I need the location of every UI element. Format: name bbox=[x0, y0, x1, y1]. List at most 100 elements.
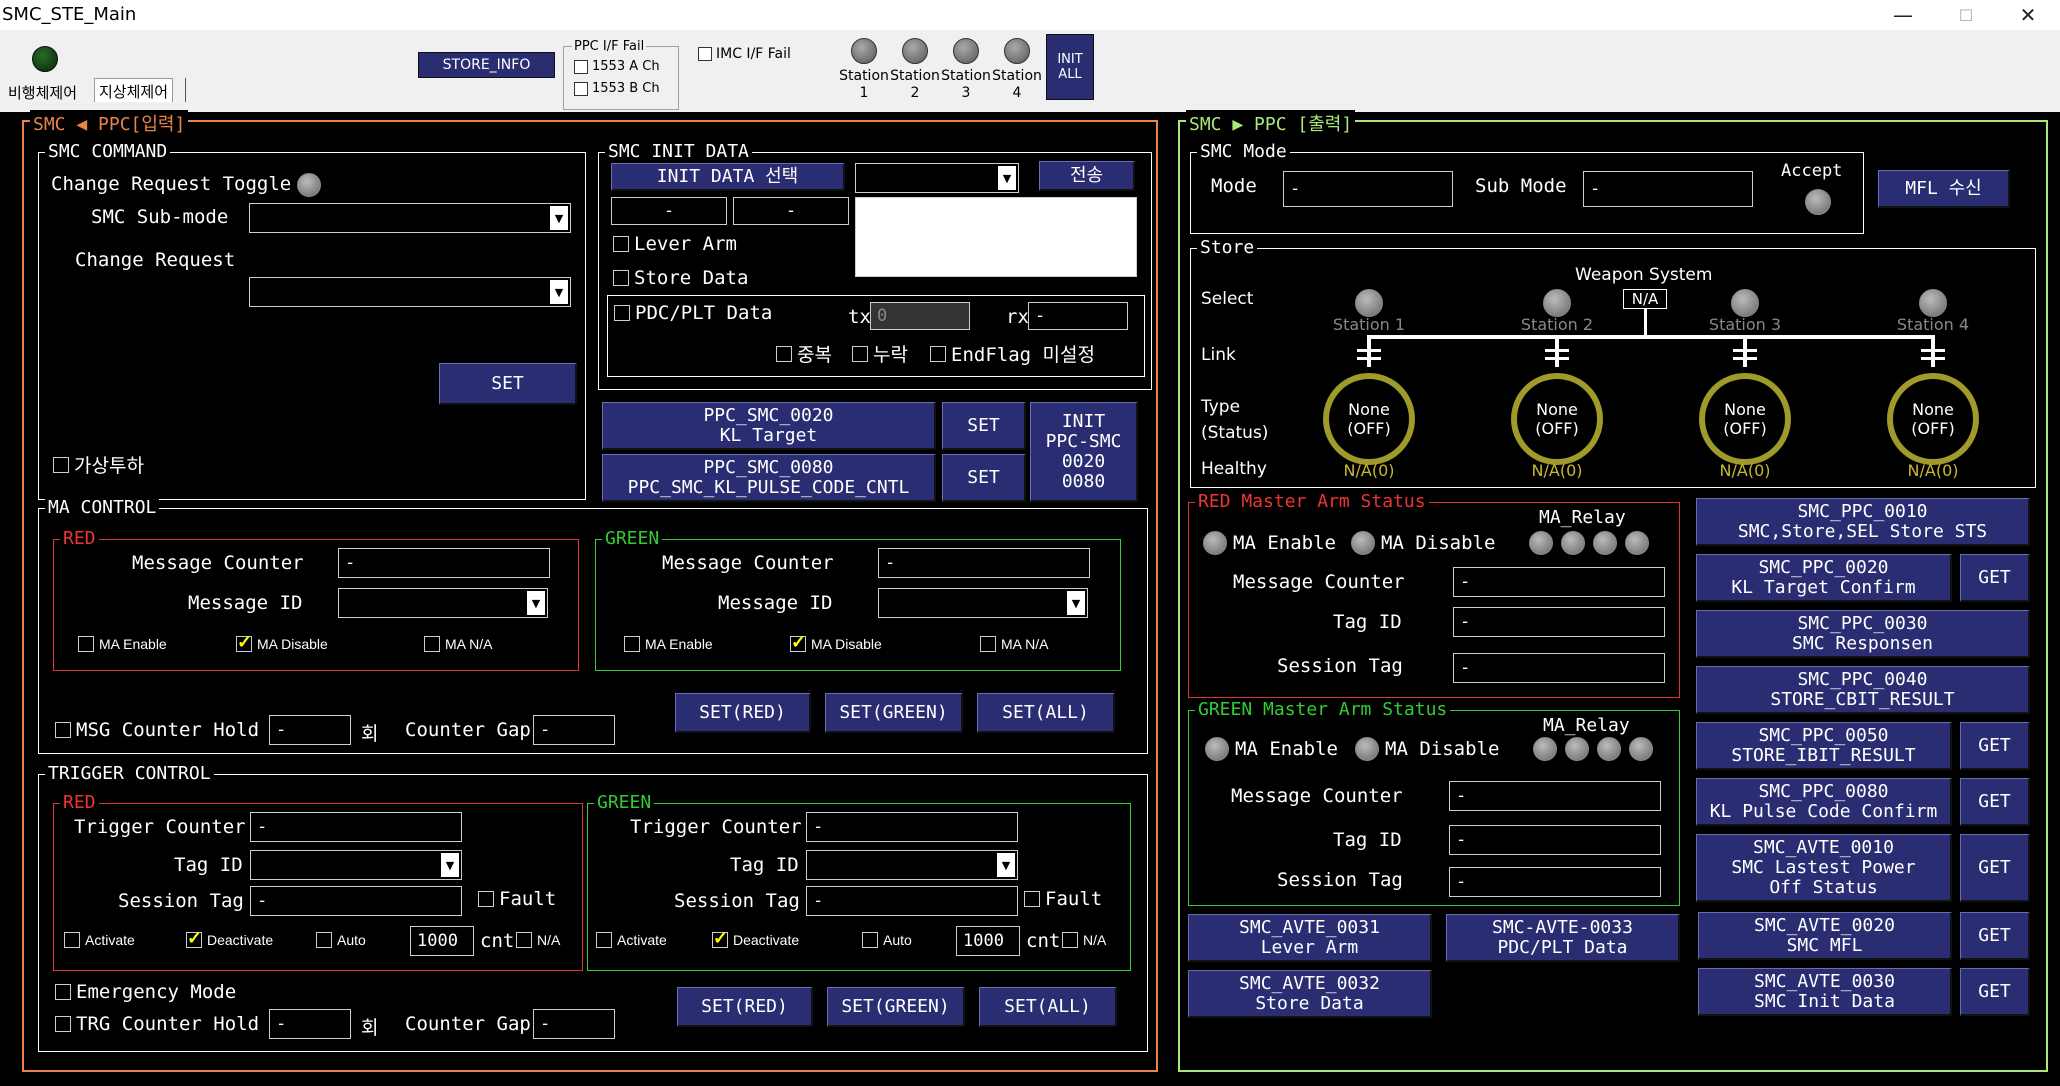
green-ma-msg-counter-field[interactable]: - bbox=[1449, 781, 1661, 811]
trg-red-activate-checkbox[interactable]: Activate bbox=[64, 932, 135, 948]
ch-b-checkbox[interactable]: 1553 B Ch bbox=[574, 81, 660, 96]
sub-mode-field[interactable]: - bbox=[1583, 171, 1753, 207]
virtual-drop-checkbox[interactable]: 가상투하 bbox=[53, 451, 144, 478]
ch-a-checkbox[interactable]: 1553 A Ch bbox=[574, 59, 660, 74]
ppc-smc-0080-set-button[interactable]: SET bbox=[942, 454, 1026, 502]
ma-green-disable-checkbox[interactable]: MA Disable bbox=[790, 632, 882, 653]
ma-red-disable-checkbox[interactable]: MA Disable bbox=[236, 632, 328, 653]
change-request-dropdown[interactable]: ▼ bbox=[249, 277, 571, 307]
smc-ppc-0010-button[interactable]: SMC_PPC_0010 SMC,Store,SEL Store STS bbox=[1696, 498, 2030, 546]
trg-red-cnt-field[interactable]: 1000 bbox=[410, 926, 474, 956]
smc-ppc-0020-get-button[interactable]: GET bbox=[1960, 554, 2030, 602]
maximize-button[interactable]: ☐ bbox=[1936, 0, 1996, 30]
init-ppc-smc-button[interactable]: INIT PPC-SMC 0020 0080 bbox=[1030, 402, 1138, 502]
send-button[interactable]: 전송 bbox=[1039, 161, 1135, 191]
ma-green-msg-id-dropdown[interactable]: ▼ bbox=[878, 588, 1088, 618]
smc-avte-0010-get-button[interactable]: GET bbox=[1960, 834, 2030, 902]
minimize-button[interactable]: — bbox=[1873, 0, 1933, 30]
rx-field[interactable]: - bbox=[1028, 302, 1128, 330]
tab-ground-control[interactable]: 지상체제어 bbox=[94, 78, 174, 102]
trg-red-auto-checkbox[interactable]: Auto bbox=[316, 932, 366, 948]
endflag-checkbox[interactable]: EndFlag 미설정 bbox=[930, 340, 1095, 367]
smc-avte-0010-button[interactable]: SMC_AVTE_0010 SMC Lastest Power Off Status bbox=[1696, 834, 1952, 902]
ma-red-enable-checkbox[interactable]: MA Enable bbox=[78, 636, 167, 652]
smc-ppc-0080-button[interactable]: SMC_PPC_0080 KL Pulse Code Confirm bbox=[1696, 778, 1952, 826]
imc-if-fail-checkbox[interactable]: IMC I/F Fail bbox=[698, 46, 791, 62]
init-field-2[interactable]: - bbox=[733, 197, 849, 225]
ma-set-all-button[interactable]: SET(ALL) bbox=[977, 693, 1115, 733]
smc-command-set-button[interactable]: SET bbox=[439, 363, 577, 405]
trg-green-auto-checkbox[interactable]: Auto bbox=[862, 932, 912, 948]
trg-red-session-tag-field[interactable]: - bbox=[250, 886, 462, 916]
trg-counter-gap-field[interactable]: - bbox=[533, 1009, 615, 1039]
trg-red-tag-id-dropdown[interactable]: ▼ bbox=[250, 850, 462, 880]
trg-set-all-button[interactable]: SET(ALL) bbox=[979, 987, 1117, 1027]
smc-ppc-0080-get-button[interactable]: GET bbox=[1960, 778, 2030, 826]
red-ma-msg-counter-field[interactable]: - bbox=[1453, 567, 1665, 597]
smc-avte-0020-button[interactable]: SMC_AVTE_0020 SMC MFL bbox=[1698, 912, 1952, 960]
trg-green-activate-checkbox[interactable]: Activate bbox=[596, 932, 667, 948]
ma-red-msg-id-dropdown[interactable]: ▼ bbox=[338, 588, 548, 618]
ma-green-msg-counter-field[interactable]: - bbox=[878, 548, 1090, 578]
trg-counter-hold-checkbox[interactable]: TRG Counter Hold bbox=[55, 1013, 259, 1035]
ppc-smc-0080-button[interactable]: PPC_SMC_0080 PPC_SMC_KL_PULSE_CODE_CNTL bbox=[602, 454, 936, 502]
green-ma-tag-id-field[interactable]: - bbox=[1449, 825, 1661, 855]
msg-counter-hold-checkbox[interactable]: MSG Counter Hold bbox=[55, 719, 259, 741]
ppc-smc-0020-set-button[interactable]: SET bbox=[942, 402, 1026, 450]
station-2-select-led-icon[interactable] bbox=[1543, 289, 1571, 317]
pdc-plt-checkbox[interactable]: PDC/PLT Data bbox=[614, 302, 772, 324]
trg-green-session-tag-field[interactable]: - bbox=[806, 886, 1018, 916]
trg-red-deactivate-checkbox[interactable]: Deactivate bbox=[186, 928, 273, 949]
mfl-receive-button[interactable]: MFL 수신 bbox=[1878, 170, 2010, 208]
ma-green-enable-checkbox[interactable]: MA Enable bbox=[624, 636, 713, 652]
trg-red-counter-field[interactable]: - bbox=[250, 812, 462, 842]
ma-set-red-button[interactable]: SET(RED) bbox=[675, 693, 811, 733]
ma-set-green-button[interactable]: SET(GREEN) bbox=[825, 693, 963, 733]
smc-ppc-0030-button[interactable]: SMC_PPC_0030 SMC Responsen bbox=[1696, 610, 2030, 658]
trg-green-cnt-field[interactable]: 1000 bbox=[956, 926, 1020, 956]
smc-avte-0032-button[interactable]: SMC_AVTE_0032 Store Data bbox=[1188, 970, 1432, 1018]
smc-avte-0020-get-button[interactable]: GET bbox=[1960, 912, 2030, 960]
ma-green-na-checkbox[interactable]: MA N/A bbox=[980, 636, 1048, 652]
green-ma-session-tag-field[interactable]: - bbox=[1449, 867, 1661, 897]
emergency-mode-checkbox[interactable]: Emergency Mode bbox=[55, 981, 236, 1003]
store-info-button[interactable]: STORE_INFO bbox=[418, 52, 555, 78]
smc-ppc-0050-button[interactable]: SMC_PPC_0050 STORE_IBIT_RESULT bbox=[1696, 722, 1952, 770]
store-data-checkbox[interactable]: Store Data bbox=[613, 267, 748, 289]
ma-red-na-checkbox[interactable]: MA N/A bbox=[424, 636, 492, 652]
missing-checkbox[interactable]: 누락 bbox=[852, 340, 908, 367]
smc-ppc-0040-button[interactable]: SMC_PPC_0040 STORE_CBIT_RESULT bbox=[1696, 666, 2030, 714]
trg-green-fault-checkbox[interactable]: Fault bbox=[1024, 888, 1102, 910]
init-field-1[interactable]: - bbox=[611, 197, 727, 225]
init-all-button[interactable]: INIT ALL bbox=[1046, 34, 1094, 100]
ppc-smc-0020-button[interactable]: PPC_SMC_0020 KL Target bbox=[602, 402, 936, 450]
mode-field[interactable]: - bbox=[1283, 171, 1453, 207]
station-4-select-led-icon[interactable] bbox=[1919, 289, 1947, 317]
smc-avte-0031-button[interactable]: SMC_AVTE_0031 Lever Arm bbox=[1188, 914, 1432, 962]
smc-ppc-0020-button[interactable]: SMC_PPC_0020 KL Target Confirm bbox=[1696, 554, 1952, 602]
close-button[interactable]: ✕ bbox=[1998, 0, 2058, 30]
smc-ppc-0050-get-button[interactable]: GET bbox=[1960, 722, 2030, 770]
station-1-select-led-icon[interactable] bbox=[1355, 289, 1383, 317]
tx-field[interactable]: 0 bbox=[870, 302, 970, 330]
tab-flight-control[interactable]: 비행체제어 bbox=[4, 80, 82, 105]
msg-counter-gap-field[interactable]: - bbox=[533, 715, 615, 745]
trg-green-deactivate-checkbox[interactable]: Deactivate bbox=[712, 928, 799, 949]
init-data-select-button[interactable]: INIT DATA 선택 bbox=[611, 163, 845, 191]
red-ma-tag-id-field[interactable]: - bbox=[1453, 607, 1665, 637]
red-ma-session-tag-field[interactable]: - bbox=[1453, 653, 1665, 683]
smc-avte-0033-button[interactable]: SMC-AVTE-0033 PDC/PLT Data bbox=[1446, 914, 1680, 962]
init-data-dropdown[interactable]: ▼ bbox=[855, 163, 1019, 193]
station-3-select-led-icon[interactable] bbox=[1731, 289, 1759, 317]
trg-red-fault-checkbox[interactable]: Fault bbox=[478, 888, 556, 910]
msg-counter-hold-field[interactable]: - bbox=[269, 715, 351, 745]
init-data-textarea[interactable] bbox=[855, 197, 1137, 277]
smc-submode-dropdown[interactable]: ▼ bbox=[249, 203, 571, 233]
trg-green-tag-id-dropdown[interactable]: ▼ bbox=[806, 850, 1018, 880]
trg-set-green-button[interactable]: SET(GREEN) bbox=[827, 987, 965, 1027]
ma-red-msg-counter-field[interactable]: - bbox=[338, 548, 550, 578]
trg-red-na-checkbox[interactable]: N/A bbox=[516, 932, 560, 948]
duplicate-checkbox[interactable]: 중복 bbox=[776, 340, 832, 367]
trg-green-counter-field[interactable]: - bbox=[806, 812, 1018, 842]
trg-counter-hold-field[interactable]: - bbox=[269, 1009, 351, 1039]
